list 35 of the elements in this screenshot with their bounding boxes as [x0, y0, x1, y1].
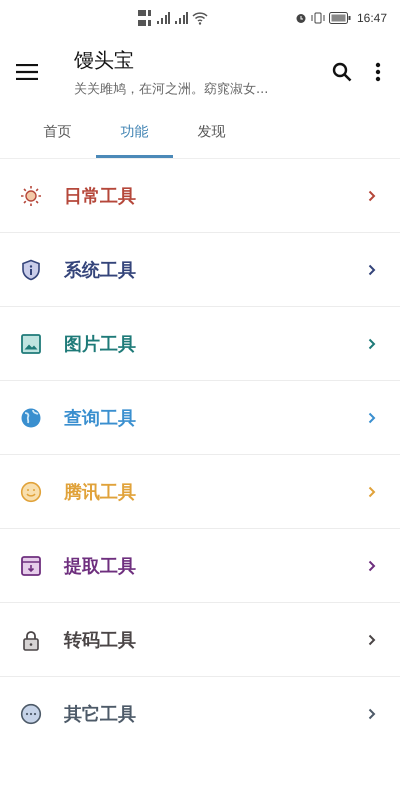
chevron-right-icon: [368, 486, 376, 498]
tool-row[interactable]: 提取工具: [0, 529, 400, 603]
chevron-right-icon: [368, 412, 376, 424]
status-time: 16:47: [356, 11, 387, 25]
tab[interactable]: 功能: [96, 108, 173, 158]
signal-icon: [174, 11, 188, 25]
chevron-right-icon: [368, 634, 376, 646]
tool-label: 其它工具: [64, 702, 137, 726]
tool-row[interactable]: 其它工具: [0, 677, 400, 750]
tool-row[interactable]: 转码工具: [0, 603, 400, 677]
battery-icon: [328, 12, 351, 24]
signal-icon: [156, 11, 170, 25]
tool-label: 提取工具: [64, 554, 137, 578]
chevron-right-icon: [368, 264, 376, 276]
tool-row[interactable]: 日常工具: [0, 159, 400, 233]
app-title: 馒头宝: [74, 46, 135, 74]
tool-label: 图片工具: [64, 332, 137, 356]
chevron-right-icon: [368, 708, 376, 720]
vibrate-icon: [310, 12, 325, 24]
tab[interactable]: 首页: [19, 108, 96, 158]
tool-label: 系统工具: [64, 258, 137, 282]
chevron-right-icon: [368, 190, 376, 202]
sim-card-icon: [138, 8, 152, 28]
tab[interactable]: 发现: [173, 108, 250, 158]
tool-label: 腾讯工具: [64, 480, 137, 504]
alarm-icon: [294, 12, 307, 24]
tool-label: 转码工具: [64, 628, 137, 652]
app-subtitle: 关关雎鸠，在河之洲。窈窕淑女...: [74, 80, 270, 98]
chevron-right-icon: [368, 338, 376, 350]
tool-label: 日常工具: [64, 184, 137, 208]
tool-row[interactable]: 图片工具: [0, 307, 400, 381]
wifi-icon: [192, 11, 208, 25]
tool-label: 查询工具: [64, 406, 137, 430]
chevron-right-icon: [368, 560, 376, 572]
tool-row[interactable]: 系统工具: [0, 233, 400, 307]
